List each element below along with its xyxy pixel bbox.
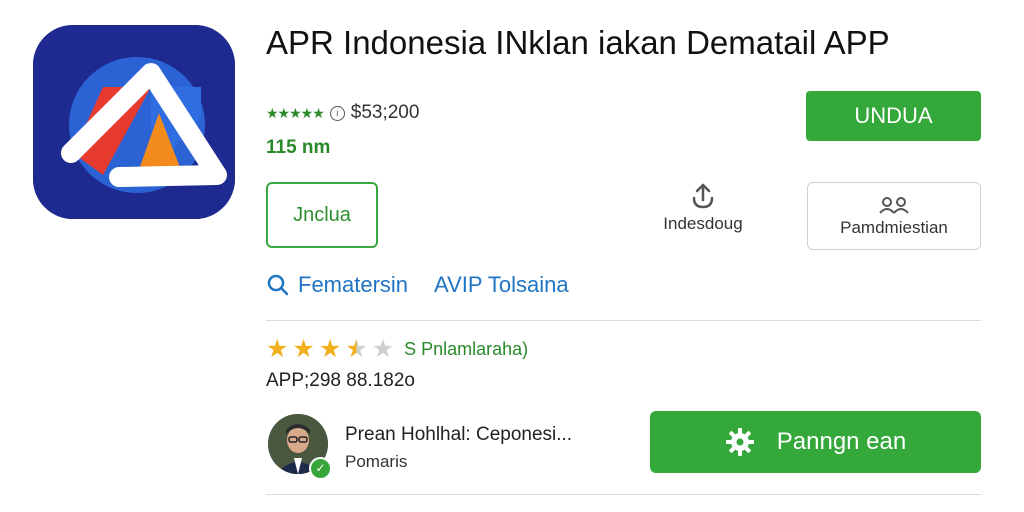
app-stats: APP;298 88.182o bbox=[266, 370, 415, 391]
permission-label: Pamdmiestian bbox=[840, 217, 948, 237]
download-button[interactable]: UNDUA bbox=[806, 91, 981, 141]
settings-label: Panngn ean bbox=[776, 428, 907, 455]
settings-button[interactable]: Panngn ean bbox=[650, 411, 981, 473]
search-icon bbox=[267, 274, 289, 296]
permission-button[interactable]: Pamdmiestian bbox=[807, 182, 981, 250]
review-badge: S Pnlamlaraha) bbox=[404, 338, 529, 359]
info-icon[interactable]: i bbox=[329, 105, 345, 121]
rating-summary: ★★★★★ i $53;200 bbox=[266, 102, 419, 124]
developer-name[interactable]: Prean Hohlhal: Ceponesi... bbox=[345, 424, 572, 446]
upload-icon bbox=[692, 183, 714, 209]
developer-role: Pomaris bbox=[345, 452, 408, 471]
link-row: Fematersin AVIP Tolsaina bbox=[266, 272, 569, 298]
gear-icon bbox=[725, 428, 754, 456]
divider bbox=[266, 320, 981, 321]
app-size: 115 nm bbox=[266, 137, 331, 158]
review-rating: ★ ★ ★ ★ ★ S Pnlamlaraha) bbox=[266, 336, 528, 362]
star-icon: ★ bbox=[266, 335, 289, 363]
share-label: Indesdoug bbox=[663, 214, 743, 233]
star-half-icon: ★ bbox=[345, 335, 368, 363]
divider bbox=[266, 494, 981, 495]
mini-stars-icon: ★★★★★ bbox=[266, 104, 325, 121]
share-button[interactable]: Indesdoug bbox=[643, 182, 763, 244]
verified-check-icon: ✓ bbox=[309, 457, 332, 480]
app-icon bbox=[33, 25, 235, 219]
price-label: $53;200 bbox=[350, 102, 420, 123]
link-avip-tolsaina[interactable]: AVIP Tolsaina bbox=[434, 272, 569, 298]
install-button[interactable]: Jnclua bbox=[266, 182, 378, 248]
star-icon: ★ bbox=[318, 335, 342, 363]
link-fematersin[interactable]: Fematersin bbox=[298, 272, 408, 298]
app-title: APR Indonesia INklan iakan Dematail APP bbox=[266, 24, 890, 61]
star-icon: ★ bbox=[292, 335, 315, 363]
star-empty-icon: ★ bbox=[371, 335, 395, 363]
group-icon bbox=[879, 196, 909, 214]
